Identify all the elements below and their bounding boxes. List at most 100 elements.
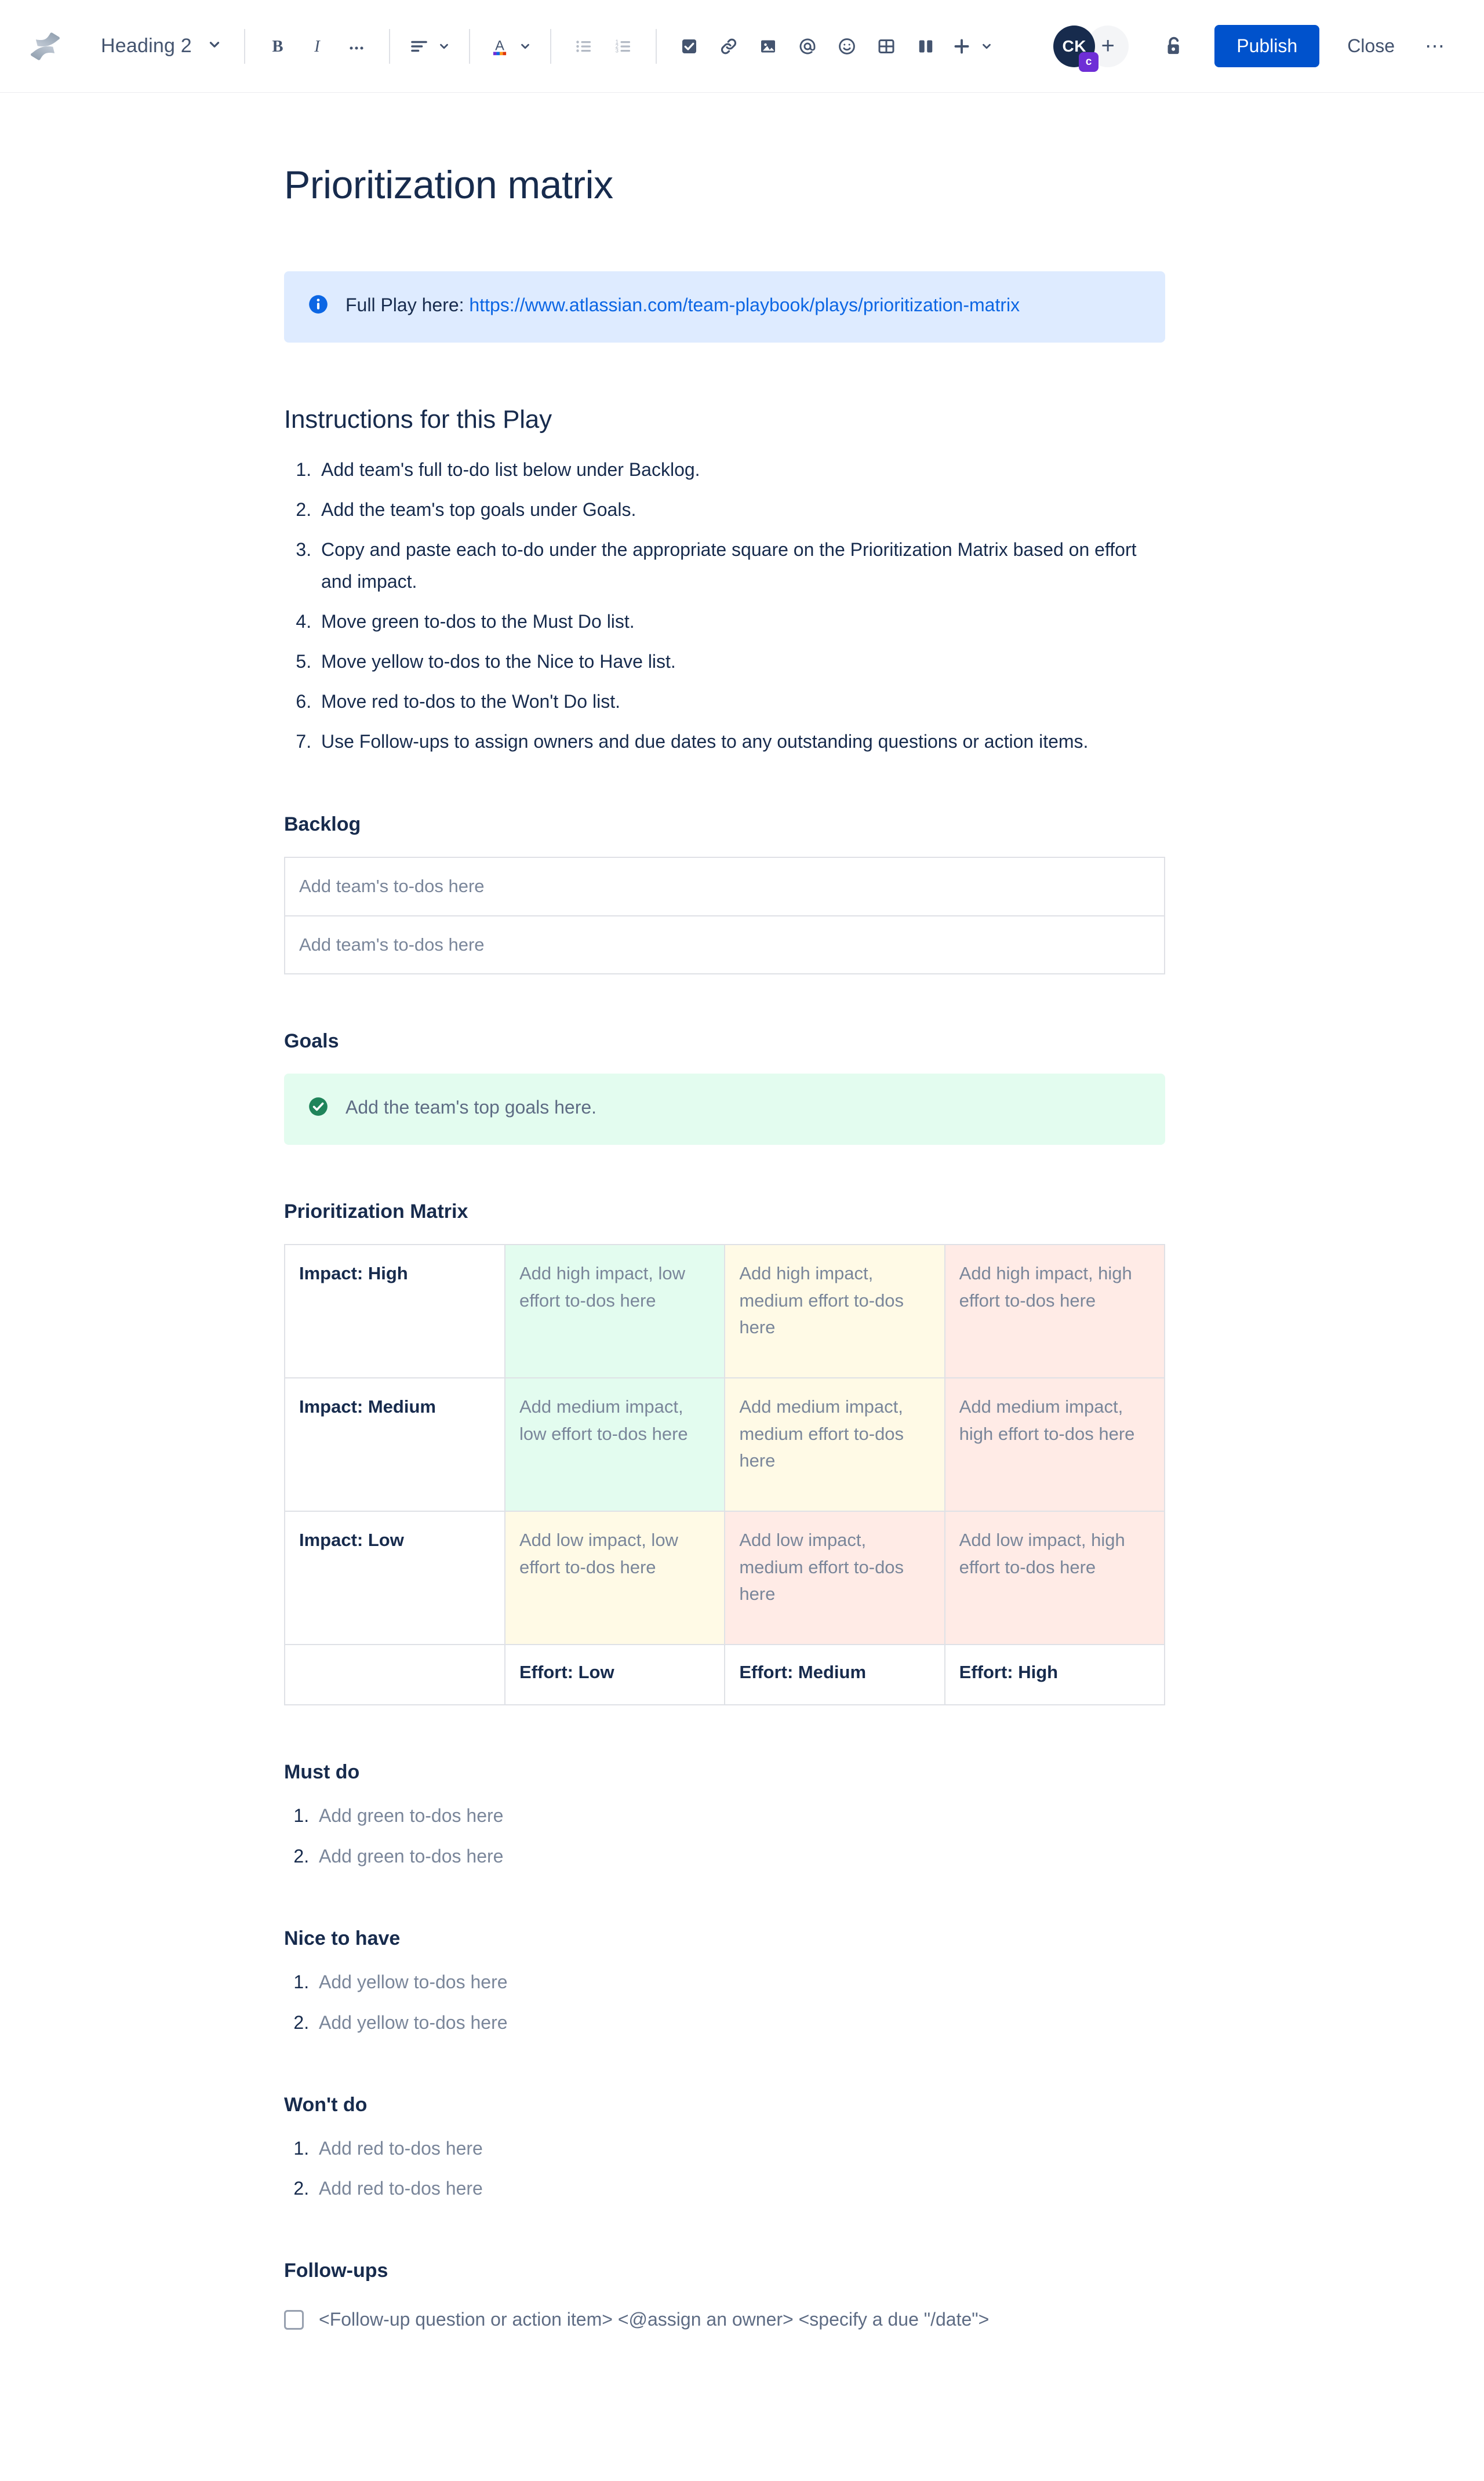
goals-placeholder-text[interactable]: Add the team's top goals here. <box>345 1093 596 1121</box>
toolbar-divider <box>468 28 470 64</box>
chevron-down-icon <box>207 37 222 55</box>
table-row: Impact: High Add high impact, low effort… <box>284 1244 1166 1379</box>
text-align-button[interactable] <box>403 27 456 66</box>
close-button[interactable]: Close <box>1332 25 1410 67</box>
svg-text:3: 3 <box>615 48 618 54</box>
numbered-list-button[interactable]: 1 2 3 <box>603 27 643 66</box>
emoji-icon[interactable] <box>827 27 867 66</box>
list-item[interactable]: Add red to-dos here <box>314 2174 1165 2204</box>
info-panel-prefix: Full Play here: <box>345 294 470 315</box>
editor-toolbar: Heading 2 B I A 1 2 3 CK c + Publish Clo… <box>0 0 1484 93</box>
matrix-cell[interactable]: Add low impact, medium effort to-dos her… <box>724 1511 945 1646</box>
list-item[interactable]: Add green to-dos here <box>314 1842 1165 1872</box>
more-formatting-button[interactable] <box>337 27 376 66</box>
matrix-row-label: Impact: Medium <box>284 1377 505 1512</box>
svg-text:A: A <box>495 38 504 53</box>
avatar[interactable]: CK c <box>1053 25 1099 72</box>
matrix-row-label: Impact: Low <box>284 1511 505 1646</box>
insert-more-button[interactable] <box>945 27 999 66</box>
checkbox-icon[interactable] <box>284 2309 304 2330</box>
matrix-cell[interactable]: Add low impact, low effort to-dos here <box>504 1511 726 1646</box>
follow-up-text[interactable]: <Follow-up question or action item> <@as… <box>319 2309 989 2330</box>
page-container: Prioritization matrix Full Play here: ht… <box>0 93 1484 2481</box>
backlog-cell[interactable]: Add team's to-dos here <box>284 857 1165 916</box>
matrix-column-label: Effort: Low <box>504 1644 726 1706</box>
link-icon[interactable] <box>709 27 748 66</box>
instructions-heading: Instructions for this Play <box>284 405 552 434</box>
list-item[interactable]: Add red to-dos here <box>314 2134 1165 2164</box>
more-options-button[interactable]: ⋯ <box>1416 27 1454 66</box>
table-icon[interactable] <box>867 27 906 66</box>
matrix-cell[interactable]: Add medium impact, medium effort to-dos … <box>724 1377 945 1512</box>
follow-ups-heading: Follow-ups <box>284 2260 388 2282</box>
list-item[interactable]: Add yellow to-dos here <box>314 1967 1165 1998</box>
nice-to-have-list: Add yellow to-dos here Add yellow to-dos… <box>284 1967 1165 2038</box>
toolbar-divider <box>550 28 551 64</box>
follow-up-item: <Follow-up question or action item> <@as… <box>284 2309 1165 2330</box>
must-do-list: Add green to-dos here Add green to-dos h… <box>284 1801 1165 1872</box>
document-body: Prioritization matrix Full Play here: ht… <box>284 93 1166 2481</box>
nice-to-have-heading: Nice to have <box>284 1927 401 1949</box>
matrix-cell[interactable]: Add high impact, medium effort to-dos he… <box>724 1244 945 1379</box>
matrix-column-label: Effort: Medium <box>724 1644 945 1706</box>
matrix-row-label: Impact: High <box>284 1244 505 1379</box>
backlog-cell[interactable]: Add team's to-dos here <box>284 915 1165 975</box>
mention-icon[interactable] <box>788 27 827 66</box>
matrix-cell[interactable]: Add medium impact, high effort to-dos he… <box>944 1377 1166 1512</box>
chevron-down-icon <box>438 40 450 53</box>
action-item-checkbox-icon[interactable] <box>670 27 709 66</box>
table-row: Add team's to-dos here <box>284 857 1165 916</box>
must-do-heading: Must do <box>284 1761 360 1784</box>
bold-button[interactable]: B <box>258 27 297 66</box>
page-title[interactable]: Prioritization matrix <box>284 162 1165 208</box>
matrix-cell[interactable]: Add medium impact, low effort to-dos her… <box>504 1377 726 1512</box>
text-color-button[interactable]: A <box>483 27 537 66</box>
svg-text:I: I <box>314 38 321 56</box>
list-item[interactable]: Add green to-dos here <box>314 1801 1165 1831</box>
table-row: Add team's to-dos here <box>284 915 1165 975</box>
layout-columns-icon[interactable] <box>906 27 945 66</box>
chevron-down-icon <box>519 40 532 53</box>
list-item: Use Follow-ups to assign owners and due … <box>317 726 1165 758</box>
table-row: Impact: Low Add low impact, low effort t… <box>284 1511 1166 1646</box>
goals-heading: Goals <box>284 1030 339 1053</box>
matrix-cell[interactable]: Add low impact, high effort to-dos here <box>944 1511 1166 1646</box>
list-item: Move red to-dos to the Won't Do list. <box>317 686 1165 718</box>
playbook-link[interactable]: https://www.atlassian.com/team-playbook/… <box>469 294 1020 315</box>
publish-button[interactable]: Publish <box>1214 25 1320 67</box>
matrix-corner-cell <box>284 1644 505 1706</box>
list-item: Copy and paste each to-do under the appr… <box>317 534 1165 598</box>
chevron-down-icon <box>980 40 993 53</box>
check-circle-icon <box>307 1096 329 1125</box>
table-row: Impact: Medium Add medium impact, low ef… <box>284 1377 1166 1512</box>
matrix-cell[interactable]: Add high impact, low effort to-dos here <box>504 1244 726 1379</box>
block-type-dropdown[interactable]: Heading 2 <box>92 28 231 64</box>
svg-text:B: B <box>272 38 283 56</box>
table-row: Effort: Low Effort: Medium Effort: High <box>284 1644 1166 1706</box>
list-item: Add team's full to-do list below under B… <box>317 454 1165 486</box>
italic-button[interactable]: I <box>297 27 337 66</box>
toolbar-divider <box>243 28 245 64</box>
wont-do-list: Add red to-dos here Add red to-dos here <box>284 2134 1165 2204</box>
prioritization-matrix-table: Impact: High Add high impact, low effort… <box>284 1244 1166 1706</box>
toolbar-divider <box>655 28 657 64</box>
backlog-heading: Backlog <box>284 813 361 836</box>
confluence-logo-icon[interactable] <box>23 24 67 68</box>
block-type-label: Heading 2 <box>101 35 192 57</box>
collaborator-avatars: CK c + <box>1053 25 1129 72</box>
restrictions-lock-icon[interactable] <box>1152 24 1196 68</box>
info-panel: Full Play here: https://www.atlassian.co… <box>284 271 1165 343</box>
list-item: Move yellow to-dos to the Nice to Have l… <box>317 646 1165 678</box>
bulleted-list-button[interactable] <box>564 27 603 66</box>
toolbar-divider <box>388 28 390 64</box>
list-item[interactable]: Add yellow to-dos here <box>314 2008 1165 2038</box>
goals-panel: Add the team's top goals here. <box>284 1074 1165 1145</box>
avatar-app-badge: c <box>1079 52 1099 72</box>
image-icon[interactable] <box>748 27 788 66</box>
list-item: Move green to-dos to the Must Do list. <box>317 606 1165 638</box>
matrix-heading: Prioritization Matrix <box>284 1201 468 1223</box>
matrix-cell[interactable]: Add high impact, high effort to-dos here <box>944 1244 1166 1379</box>
instructions-list: Add team's full to-do list below under B… <box>284 454 1165 758</box>
backlog-table: Add team's to-dos here Add team's to-dos… <box>284 857 1165 975</box>
list-item: Add the team's top goals under Goals. <box>317 494 1165 526</box>
